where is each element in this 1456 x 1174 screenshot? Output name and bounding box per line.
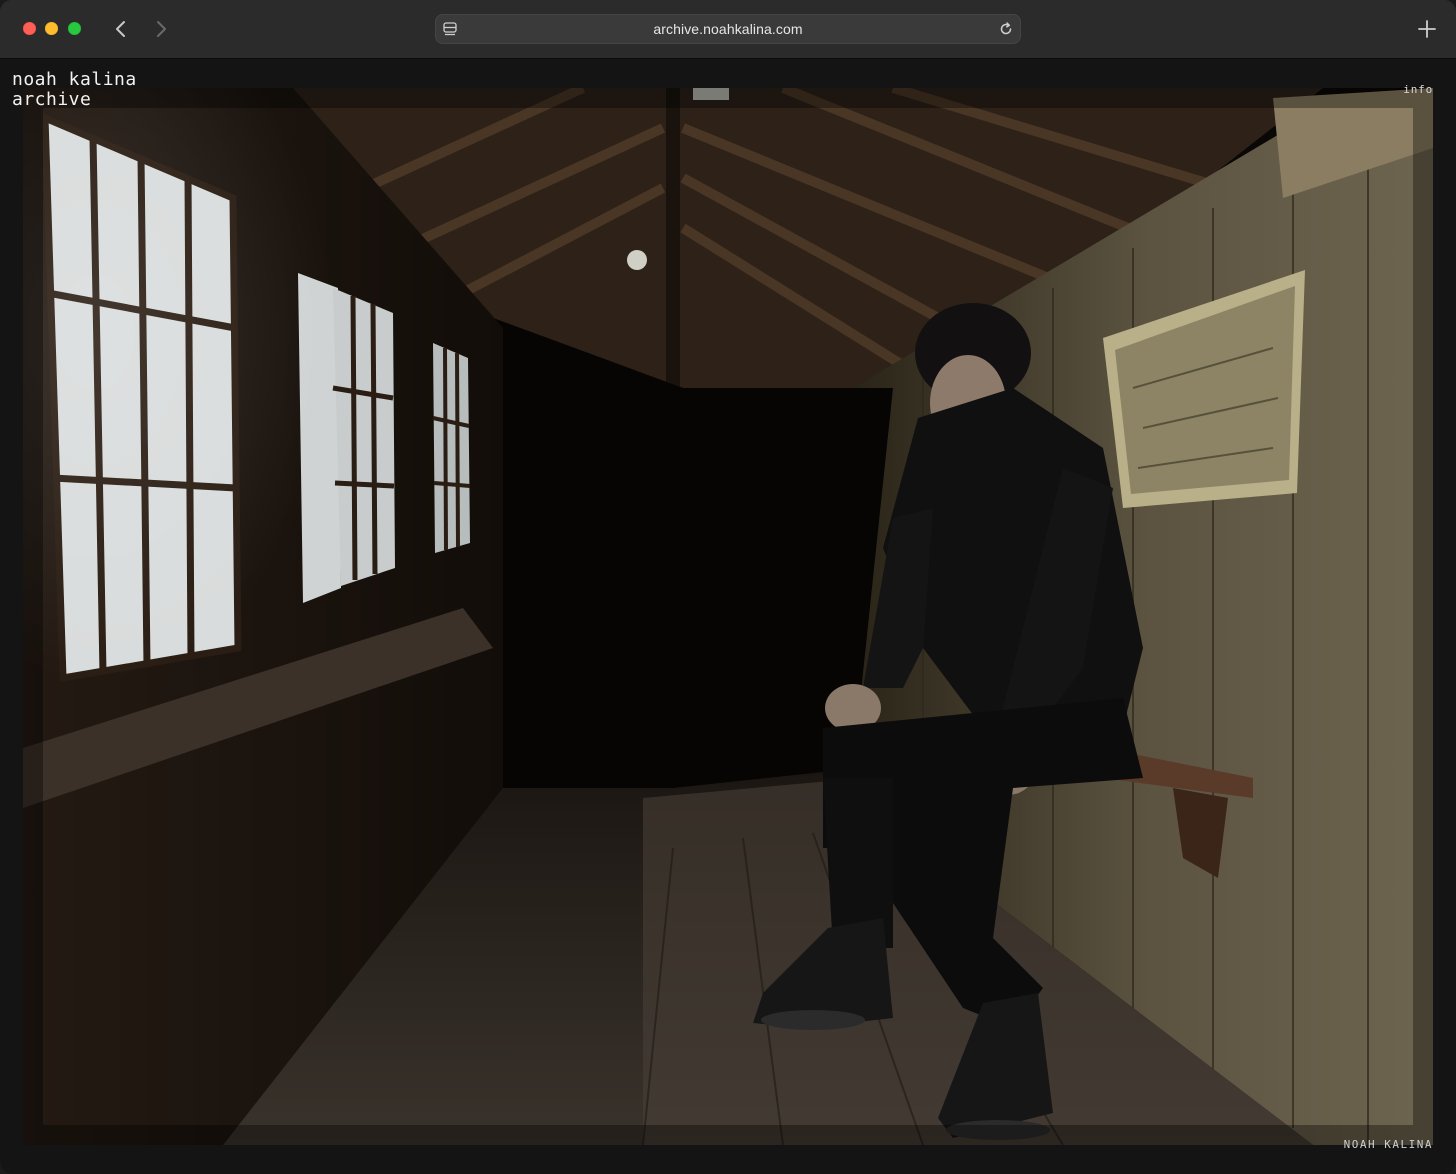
featured-photo[interactable]: [23, 88, 1433, 1145]
reload-icon[interactable]: [997, 20, 1015, 38]
address-bar[interactable]: archive.noahkalina.com: [435, 14, 1021, 44]
close-window-button[interactable]: [23, 22, 36, 35]
page-content: noah kalina archive info NOAH KALINA: [0, 59, 1456, 1174]
zoom-window-button[interactable]: [68, 22, 81, 35]
site-title[interactable]: noah kalina archive: [12, 70, 137, 110]
photo-credit: NOAH KALINA: [1343, 1138, 1433, 1151]
minimize-window-button[interactable]: [45, 22, 58, 35]
address-url[interactable]: archive.noahkalina.com: [435, 21, 1021, 37]
chevron-left-icon: [116, 21, 125, 37]
new-tab-button[interactable]: [1416, 18, 1438, 40]
forward-button[interactable]: [148, 16, 174, 42]
chevron-right-icon: [157, 21, 166, 37]
photo-illustration: [23, 88, 1433, 1145]
browser-toolbar: archive.noahkalina.com: [0, 0, 1456, 59]
window-panes: [23, 88, 503, 788]
site-title-line-1: noah kalina: [12, 69, 137, 90]
back-button[interactable]: [108, 16, 134, 42]
plus-icon: [1418, 20, 1436, 38]
browser-window: archive.noahkalina.com noah kalina archi…: [0, 0, 1456, 1174]
info-link[interactable]: info: [1403, 83, 1433, 96]
site-title-line-2: archive: [12, 89, 92, 110]
